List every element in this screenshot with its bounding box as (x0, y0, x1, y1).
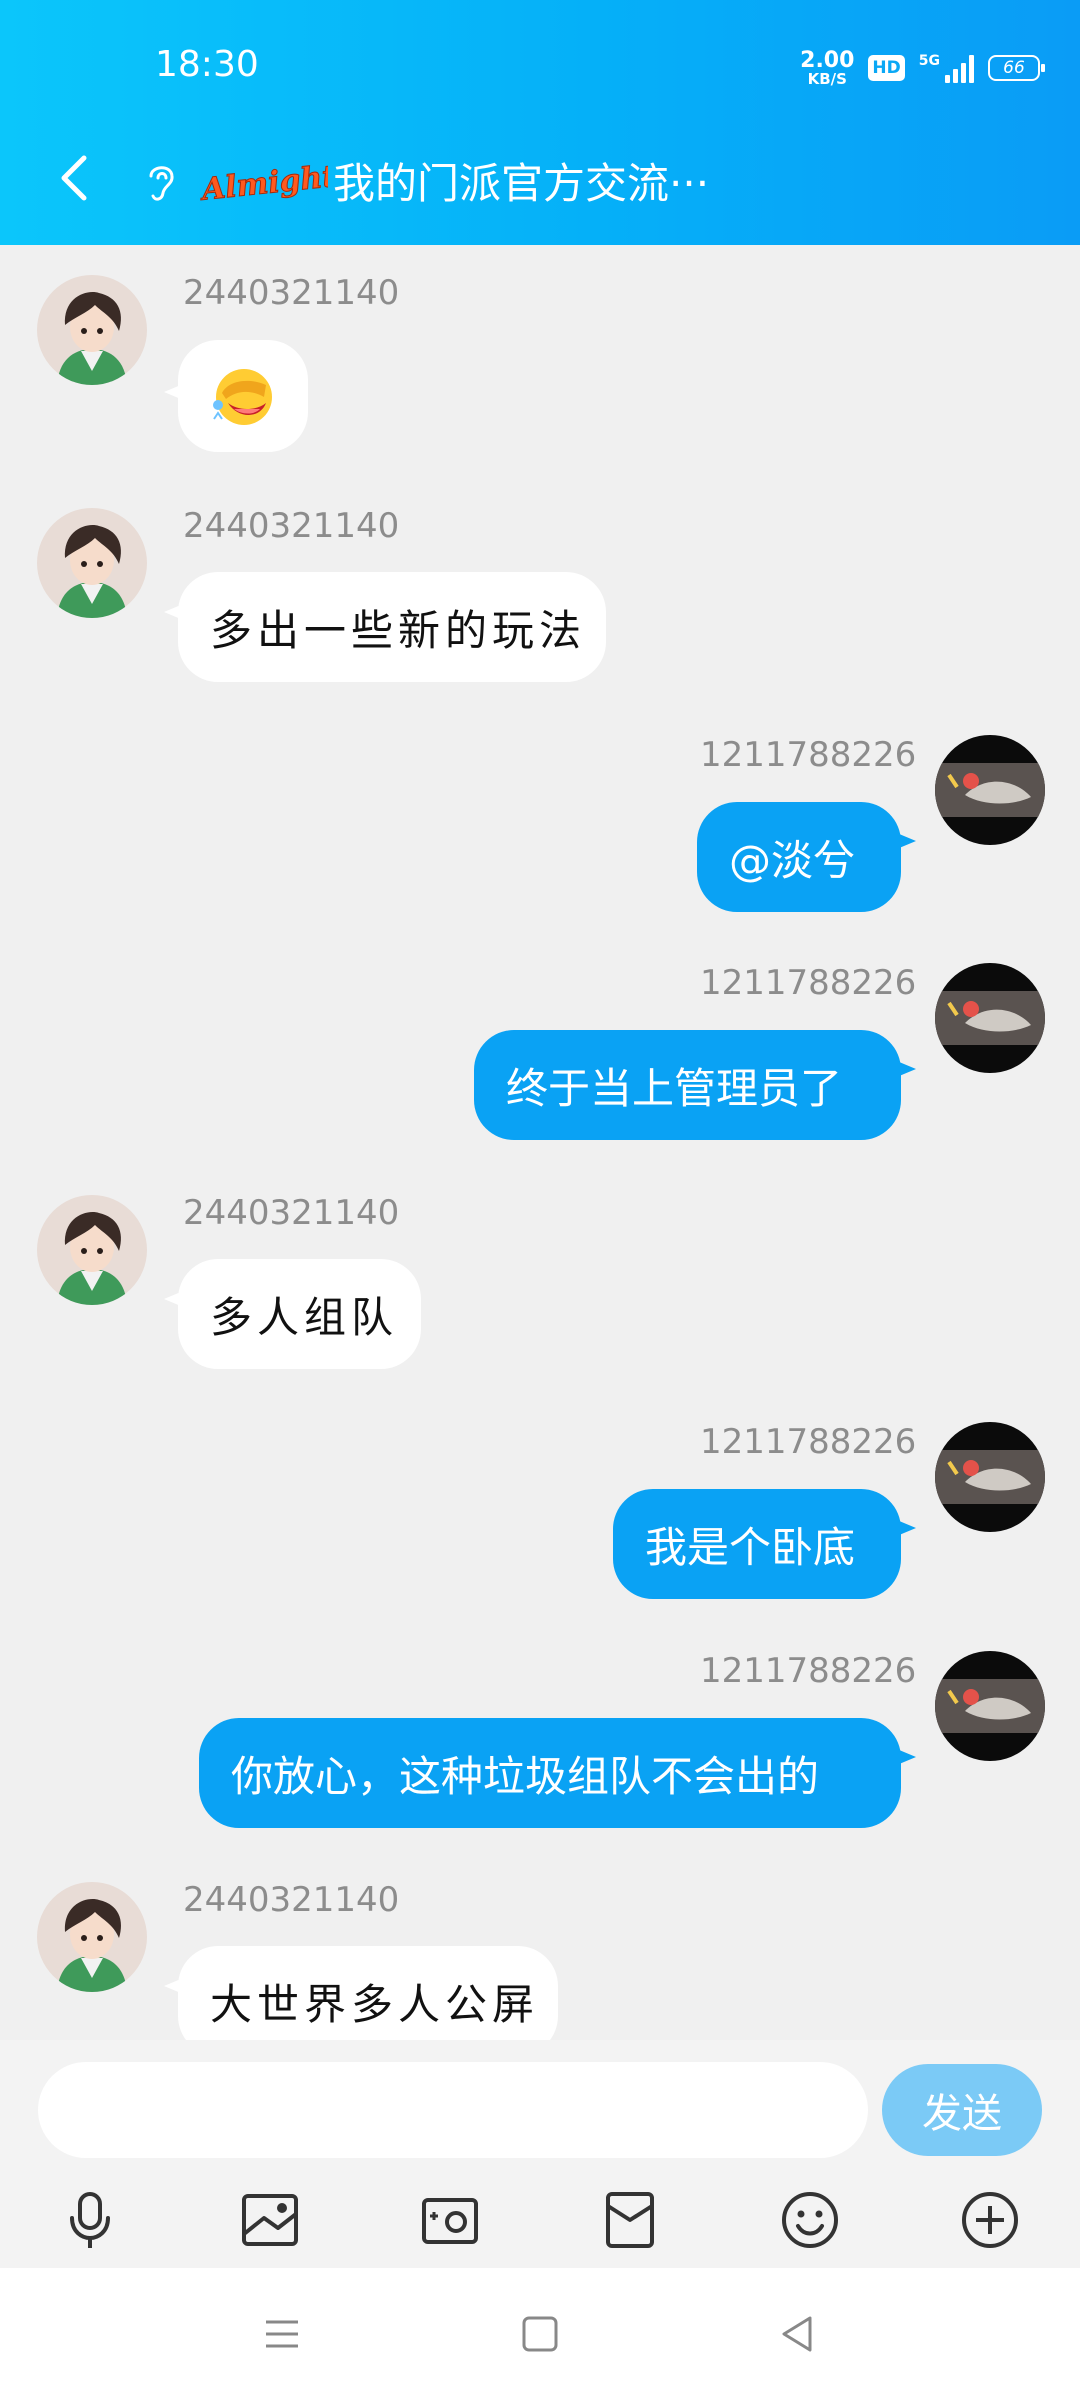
dark-scene-avatar (935, 735, 1045, 845)
camera-button[interactable] (410, 2180, 490, 2260)
signal-bar (953, 69, 958, 83)
message-text: @淡兮 (729, 835, 856, 885)
avatar[interactable] (37, 1882, 147, 1992)
message-text: 我是个卧底 (645, 1522, 856, 1572)
message-text: 大世界多人公屏 (210, 1979, 540, 2029)
signal-bar (945, 75, 950, 83)
message-bubble[interactable] (178, 340, 308, 452)
dark-scene-avatar (935, 1422, 1045, 1532)
red-packet-button[interactable] (590, 2180, 670, 2260)
message-bubble[interactable]: 你放心，这种垃圾组队不会出的 (199, 1718, 901, 1828)
message-input[interactable] (38, 2062, 868, 2158)
chat-header: 18:30 2.00 KB/S HD 5G 66 Almighty 我的门派官方… (0, 0, 1080, 245)
system-nav-bar (0, 2268, 1080, 2400)
avatar[interactable] (935, 1651, 1045, 1761)
red-packet-icon (606, 2192, 654, 2248)
battery-level: 66 (1003, 58, 1025, 78)
sender-name: 2440321140 (183, 273, 400, 313)
nav-home-button[interactable] (510, 2304, 570, 2364)
send-button[interactable]: 发送 (882, 2064, 1042, 2156)
anime-boy-avatar (37, 508, 147, 618)
network-speed-unit: KB/S (807, 69, 847, 88)
sender-name: 1211788226 (700, 1422, 917, 1462)
input-area: 发送 (0, 2040, 1080, 2270)
message-bubble[interactable]: 终于当上管理员了 (474, 1030, 901, 1140)
avatar[interactable] (935, 963, 1045, 1073)
status-icons: 2.00 KB/S HD 5G 66 (800, 47, 1045, 88)
image-button[interactable] (230, 2180, 310, 2260)
dark-scene-avatar (935, 1651, 1045, 1761)
dark-scene-avatar (935, 963, 1045, 1073)
anime-boy-avatar (37, 275, 147, 385)
message-text: 多出一些新的玩法 (210, 605, 587, 655)
chevron-left-icon (61, 155, 87, 201)
sender-name: 1211788226 (700, 963, 917, 1003)
emoji-button[interactable] (770, 2180, 850, 2260)
avatar[interactable] (37, 508, 147, 618)
chat-title[interactable]: 我的门派官方交流··· (333, 150, 709, 211)
status-time: 18:30 (155, 44, 259, 85)
nav-back-button[interactable] (768, 2304, 828, 2364)
avatar[interactable] (37, 1195, 147, 1305)
microphone-icon (70, 2192, 110, 2248)
battery-icon: 66 (988, 55, 1045, 81)
sender-name: 2440321140 (183, 1880, 400, 1920)
message-bubble[interactable]: 多出一些新的玩法 (178, 572, 606, 682)
message-text: 终于当上管理员了 (506, 1063, 843, 1113)
triangle-back-icon (782, 2316, 812, 2352)
signal-label: 5G (918, 53, 940, 69)
message-bubble[interactable]: 我是个卧底 (613, 1489, 901, 1599)
plus-icon (962, 2192, 1018, 2248)
image-icon (242, 2194, 298, 2246)
network-speed: 2.00 KB/S (800, 47, 855, 88)
message-text: 你放心，这种垃圾组队不会出的 (231, 1751, 820, 1801)
voice-button[interactable] (50, 2180, 130, 2260)
sender-name: 2440321140 (183, 506, 400, 546)
emoji-icon (782, 2192, 838, 2248)
message-bubble[interactable]: 多人组队 (178, 1259, 421, 1369)
group-logo: Almighty (198, 156, 328, 208)
signal-bar (961, 63, 966, 83)
message-text: 多人组队 (210, 1292, 399, 1342)
input-toolbar (0, 2180, 1080, 2260)
anime-boy-avatar (37, 1195, 147, 1305)
signal-icon: 5G (919, 53, 974, 83)
anime-boy-avatar (37, 1882, 147, 1992)
square-icon (522, 2316, 558, 2352)
group-logo-text: Almighty (198, 157, 328, 208)
signal-bar (969, 55, 974, 83)
more-button[interactable] (950, 2180, 1030, 2260)
sender-name: 2440321140 (183, 1193, 400, 1233)
avatar[interactable] (37, 275, 147, 385)
menu-icon (266, 2320, 298, 2348)
back-button[interactable] (48, 148, 98, 208)
hd-icon: HD (868, 55, 905, 81)
sender-name: 1211788226 (700, 1651, 917, 1691)
nav-menu-button[interactable] (252, 2304, 312, 2364)
avatar[interactable] (935, 735, 1045, 845)
message-bubble[interactable]: @淡兮 (697, 802, 901, 912)
sender-name: 1211788226 (700, 735, 917, 775)
facepalm-laugh-emoji-icon (213, 369, 272, 425)
network-speed-value: 2.00 (800, 47, 855, 73)
ear-icon[interactable] (143, 160, 179, 204)
camera-icon (422, 2198, 478, 2244)
avatar[interactable] (935, 1422, 1045, 1532)
